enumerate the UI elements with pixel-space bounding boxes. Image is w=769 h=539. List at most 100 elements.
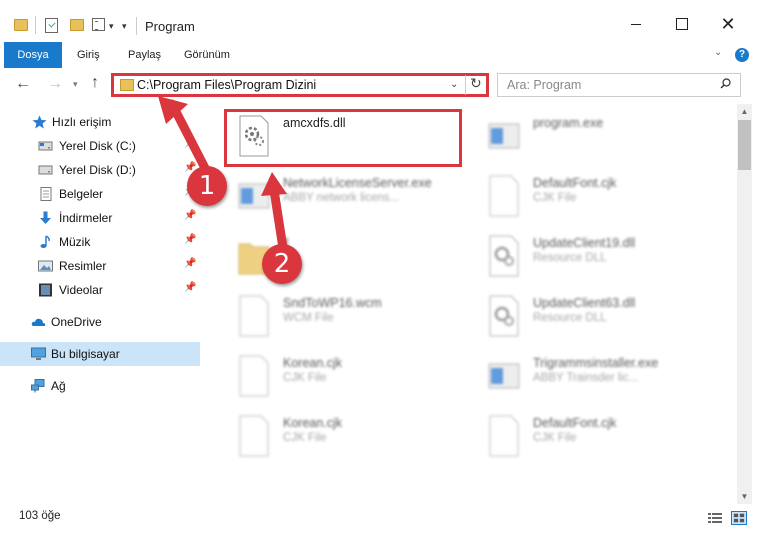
sidebar-item-label: Ağ [51,379,66,393]
sidebar-item-local-disk-c[interactable]: Yerel Disk (C:) 📌 [0,134,200,158]
chevron-down-icon[interactable]: ⌄ [450,79,458,90]
file-item[interactable]: SndToWP16.wcm WCM File [225,288,465,348]
sidebar-item-music[interactable]: Müzik 📌 [0,230,200,254]
drive-icon [38,141,53,151]
address-path[interactable]: C:\Program Files\Program Dizini [137,78,316,92]
file-type: CJK File [283,432,327,444]
sidebar-item-label: Resimler [59,259,107,273]
tab-home[interactable]: Giriş [73,42,104,68]
search-icon[interactable] [720,78,731,89]
file-item[interactable]: DefaultFont.cjk CJK File [475,168,715,228]
file-name: DefaultFont.cjk [533,416,617,430]
computer-icon [31,347,46,360]
network-icon [31,379,45,393]
scrollbar-thumb[interactable] [738,120,751,170]
tab-share[interactable]: Paylaş [124,42,165,68]
exe-icon [488,363,520,389]
scroll-up-icon[interactable]: ▲ [737,104,752,119]
pin-icon[interactable]: 📌 [184,138,196,149]
sidebar-item-quick-access[interactable]: Hızlı erişim [0,110,200,134]
refresh-icon[interactable]: ↻ [470,75,482,92]
file-item[interactable]: Trigrammsinstaller.exe ABBY Trainsder li… [475,348,715,408]
sidebar-item-label: Hızlı erişim [52,115,112,129]
window-title: Program [145,19,195,34]
navigation-bar: ← → ▾ ↑ C:\Program Files\Program Dizini … [0,68,769,100]
sidebar-item-videos[interactable]: Videolar 📌 [0,278,200,302]
file-type: CJK File [283,372,327,384]
file-name: NetworkLicenseServer.exe [283,176,432,190]
up-arrow-icon[interactable]: ↑ [91,74,99,92]
customize-toolbar-icon[interactable]: ▾ [122,21,127,32]
sidebar-item-onedrive[interactable]: OneDrive [0,310,200,334]
file-icon [239,295,269,337]
file-item[interactable]: ll [225,228,465,288]
sidebar-item-documents[interactable]: Belgeler 📌 [0,182,200,206]
dll-icon [489,295,519,337]
file-type: WCM File [283,312,334,324]
help-icon[interactable]: ? [735,48,749,62]
separator [35,16,36,34]
separator [465,75,466,95]
file-name: Trigrammsinstaller.exe [533,356,659,370]
new-folder-icon[interactable] [70,19,84,31]
file-item[interactable]: DefaultFont.cjk CJK File [475,408,715,468]
sidebar-item-this-pc[interactable]: Bu bilgisayar [0,342,200,366]
videos-icon [39,283,52,297]
pin-icon[interactable]: 📌 [184,210,196,221]
file-item[interactable]: UpdateClient63.dll Resource DLL [475,288,715,348]
view-icon[interactable] [92,18,105,31]
sidebar-item-label: Videolar [59,283,103,297]
file-type: ABBY Trainsder lic... [533,372,639,384]
separator [136,17,137,35]
maximize-button[interactable] [659,10,705,38]
file-name: UpdateClient63.dll [533,296,636,310]
exe-icon [488,123,520,149]
large-icons-view-icon[interactable] [731,511,747,525]
scroll-down-icon[interactable]: ▼ [737,489,752,504]
sidebar-item-label: Yerel Disk (C:) [59,139,136,153]
star-icon [32,115,47,129]
close-button[interactable]: ✕ [705,10,751,38]
file-item[interactable]: NetworkLicenseServer.exe ABBY network li… [225,168,465,228]
file-item[interactable]: UpdateClient19.dll Resource DLL [475,228,715,288]
pin-icon[interactable]: 📌 [184,234,196,245]
folder-icon [14,19,28,31]
title-bar: ▾ ▾ Program ✕ [0,0,769,40]
file-name: Korean.cjk [283,356,343,370]
tab-view[interactable]: Görünüm [180,42,234,68]
file-type: CJK File [533,192,577,204]
highlight-box [224,109,462,167]
sidebar-item-pictures[interactable]: Resimler 📌 [0,254,200,278]
properties-icon[interactable] [45,18,58,33]
navigation-pane: Hızlı erişim Yerel Disk (C:) 📌 Yerel Dis… [0,108,205,504]
recent-locations-icon[interactable]: ▾ [73,79,78,90]
search-input[interactable] [498,74,708,96]
minimize-button[interactable] [613,10,659,38]
tab-file[interactable]: Dosya [4,42,62,68]
item-count: 103 öğe [19,510,61,522]
file-item[interactable]: program.exe [475,108,715,168]
pin-icon[interactable]: 📌 [184,258,196,269]
download-icon [40,211,51,224]
details-view-icon[interactable] [707,511,723,525]
sidebar-item-local-disk-d[interactable]: Yerel Disk (D:) 📌 [0,158,200,182]
folder-icon [120,79,134,91]
expand-ribbon-icon[interactable]: ⌄ [714,47,722,58]
forward-arrow-icon[interactable]: → [47,75,63,93]
sidebar-item-network[interactable]: Ağ [0,374,200,398]
pin-icon[interactable]: 📌 [184,282,196,293]
address-bar[interactable]: C:\Program Files\Program Dizini ⌄ ↻ [111,73,489,97]
file-item[interactable]: Korean.cjk CJK File [225,348,465,408]
pictures-icon [38,260,53,272]
chevron-down-icon[interactable]: ▾ [109,21,114,32]
back-arrow-icon[interactable]: ← [15,75,31,93]
file-item[interactable]: Korean.cjk CJK File [225,408,465,468]
search-box[interactable] [497,73,741,97]
sidebar-item-downloads[interactable]: İndirmeler 📌 [0,206,200,230]
file-icon [489,175,519,217]
exe-icon [238,183,270,209]
step-badge-1: 1 [187,166,227,206]
file-type: Resource DLL [533,312,607,324]
ribbon: Dosya Giriş Paylaş Görünüm ⌄ ? [0,42,769,68]
sidebar-item-label: OneDrive [51,315,102,329]
